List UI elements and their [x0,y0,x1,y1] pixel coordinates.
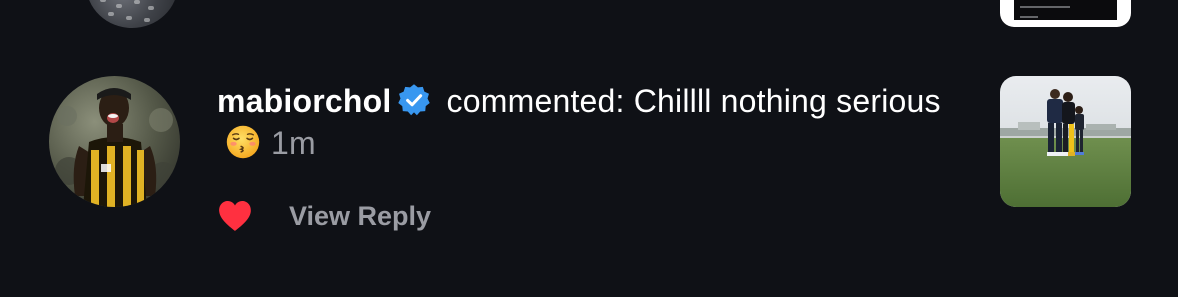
view-reply-button[interactable]: View Reply [289,201,431,232]
avatar-image [49,76,180,207]
timestamp: 1m [271,125,316,161]
previous-comment-text-fragment [300,0,480,2]
post-image [1000,76,1131,207]
verified-badge-icon [398,84,431,116]
previous-avatar[interactable] [86,0,178,28]
username-link[interactable]: mabiorchol [217,83,391,119]
post-thumbnail[interactable] [1000,76,1131,207]
comment-text: mabiorchol commented: Chillll nothing se… [217,80,977,164]
user-avatar[interactable] [49,76,180,207]
kissing-face-icon [226,125,260,159]
comment-actions: View Reply [217,196,431,236]
heart-icon[interactable] [217,199,253,233]
activity-feed: mabiorchol commented: Chillll nothing se… [0,0,1178,297]
comment-body: commented: Chillll nothing serious [437,83,941,119]
previous-post-thumbnail[interactable] [1000,0,1131,27]
